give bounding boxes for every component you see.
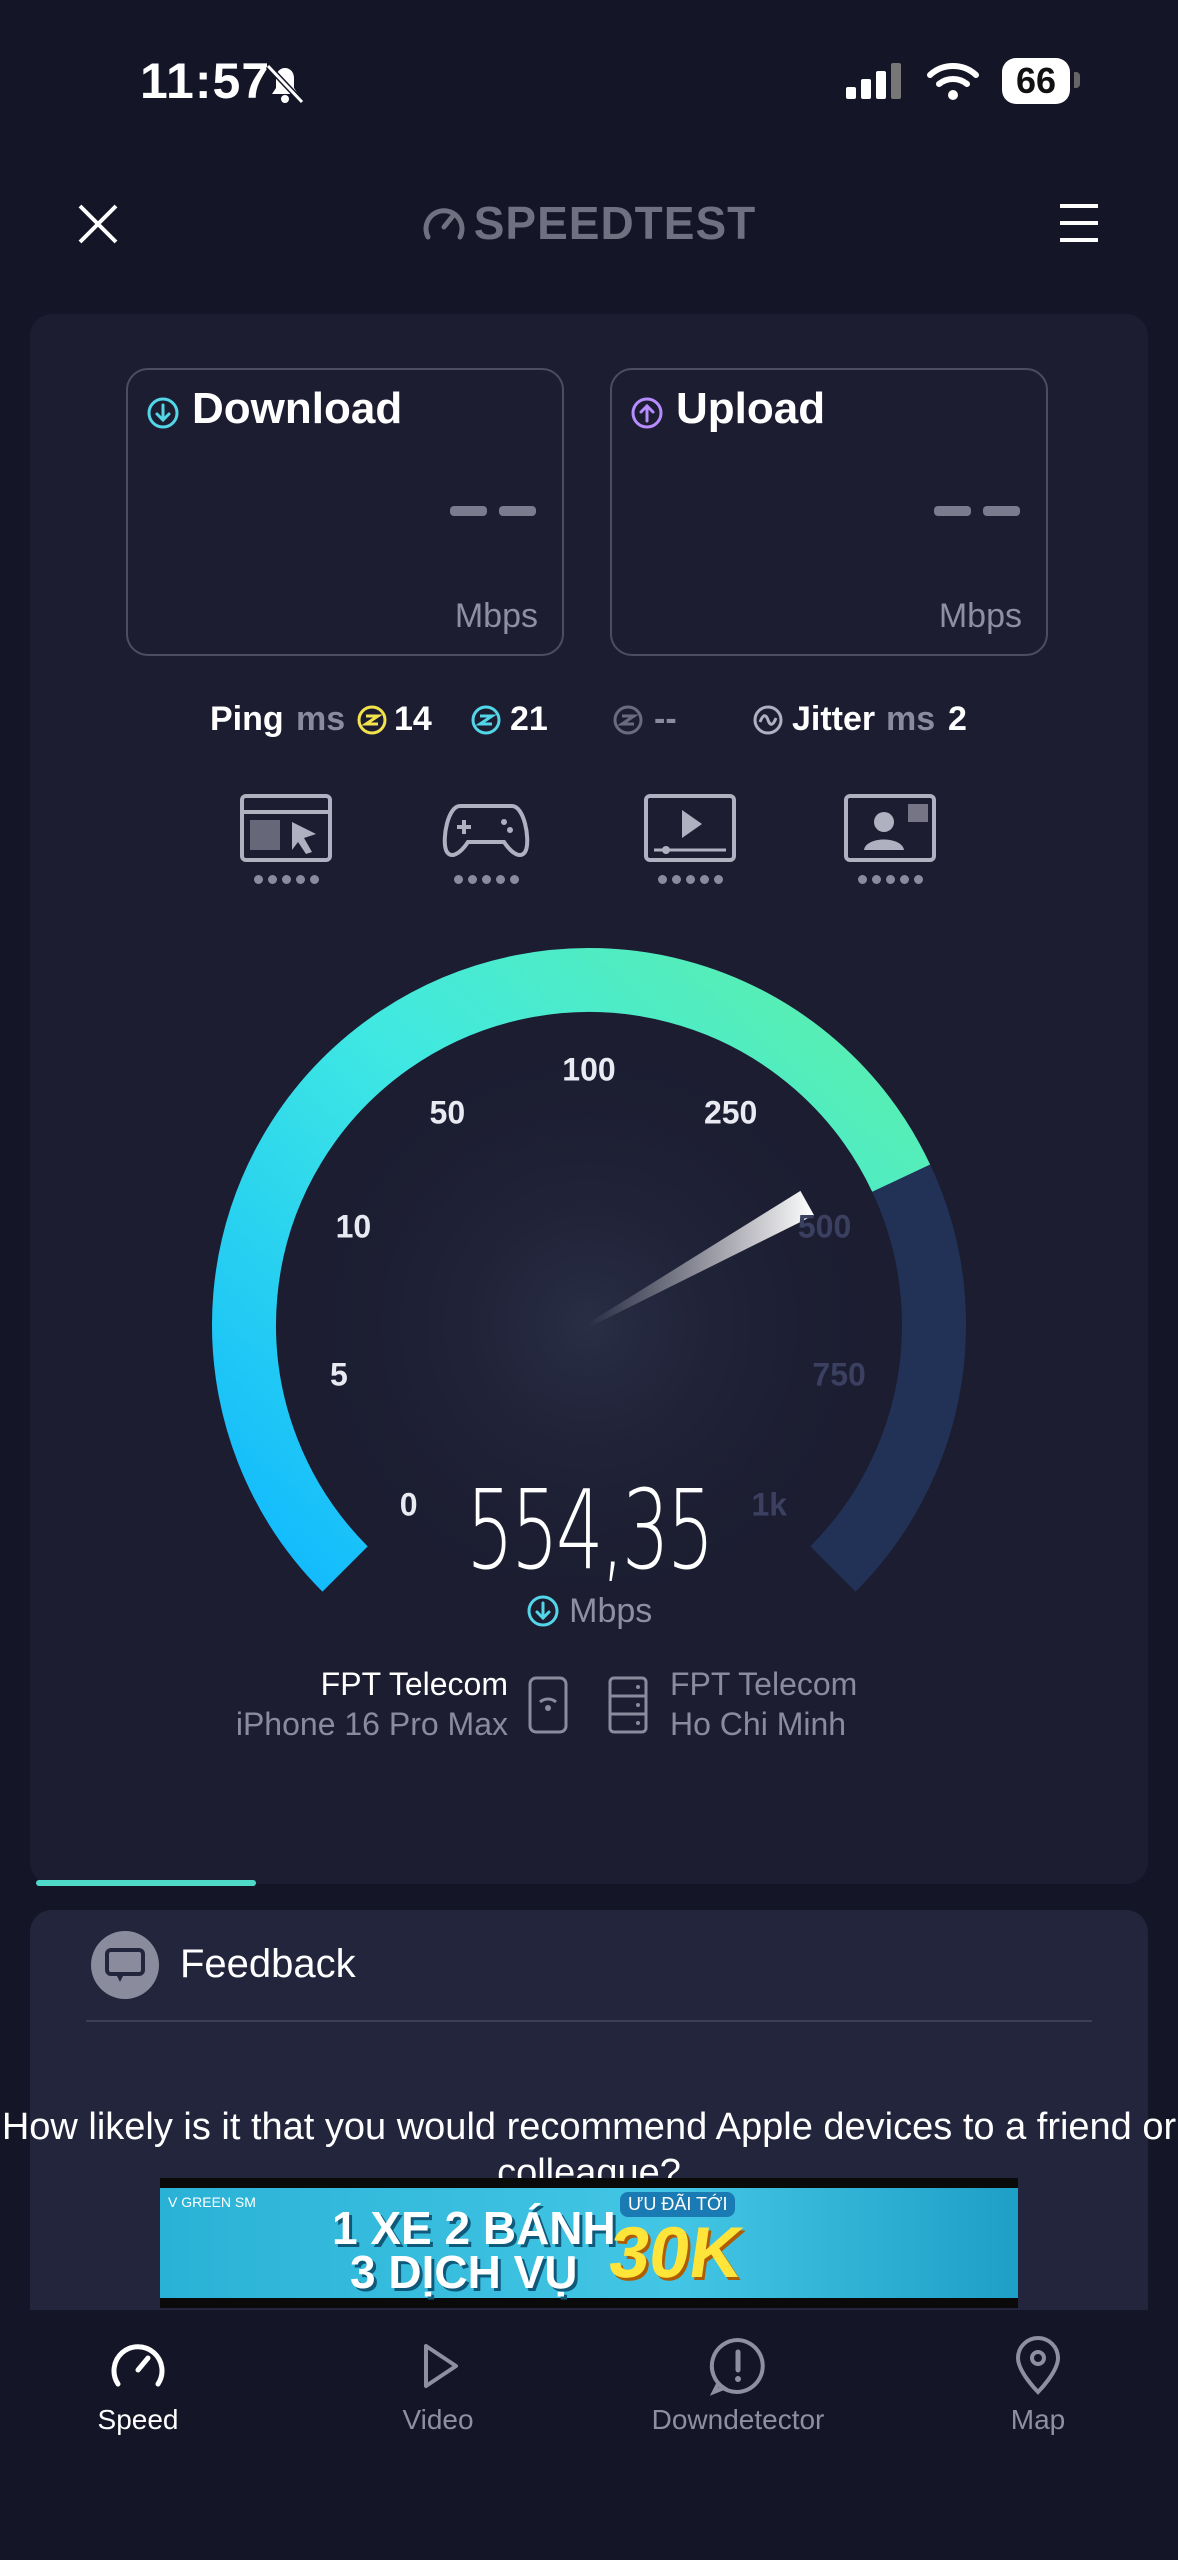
ping-upload-icon [613, 705, 643, 735]
download-indicator-icon [527, 1595, 559, 1627]
feedback-question: How likely is it that you would recommen… [1, 2106, 1177, 2186]
gaming-icon [442, 804, 530, 858]
nav-downdetector[interactable]: Downdetector [588, 2336, 888, 2436]
nav-speed[interactable]: Speed [0, 2336, 288, 2436]
gauge-tick-label: 250 [703, 1094, 758, 1131]
download-icon [147, 397, 179, 429]
battery-icon: 66 [1001, 58, 1081, 104]
speed-unit: Mbps [569, 1592, 653, 1630]
map-pin-icon [1015, 2336, 1061, 2395]
gauge-tick-label: 500 [797, 1208, 852, 1245]
feedback-title: Feedback [180, 1942, 356, 1986]
gauge-tick-label: 5 [329, 1356, 348, 1393]
client-provider: FPT Telecom [320, 1666, 508, 1702]
test-progress-bar [36, 1880, 256, 1886]
upload-label: Upload [676, 384, 826, 433]
download-label: Download [192, 384, 403, 433]
ad-price: 30K [604, 2213, 748, 2293]
nav-video[interactable]: Video [288, 2336, 588, 2436]
download-unit: Mbps [454, 597, 538, 635]
app-title: SPEEDTEST [0, 196, 1178, 250]
ping-idle-value: 14 [394, 700, 432, 738]
phone-wifi-icon [528, 1676, 568, 1734]
wifi-icon [926, 63, 979, 100]
ping-label: Ping [210, 700, 284, 738]
server-provider: FPT Telecom [670, 1666, 858, 1702]
feedback-divider [86, 2020, 1092, 2022]
gauge-tick-label: 750 [812, 1356, 866, 1393]
server-location: Ho Chi Minh [670, 1706, 847, 1742]
gaming-activity [440, 794, 532, 884]
video-call-activity [844, 794, 936, 884]
signal-icon [845, 63, 901, 99]
video-activity [644, 794, 736, 884]
upload-box: Upload Mbps [610, 368, 1048, 656]
ping-download-icon [471, 705, 501, 735]
browsing-activity [240, 794, 332, 884]
ping-upload-value: -- [654, 700, 677, 738]
status-icons: 66 [845, 58, 1081, 104]
video-call-icon [844, 794, 936, 862]
gauge-tick-label: 100 [562, 1051, 616, 1088]
gauge-tick-label: 50 [429, 1094, 466, 1131]
status-time: 11:57 [140, 53, 271, 109]
ad-image: V GREEN SM 1 XE 2 BÁNH 3 DỊCH VỤ ƯU ĐÃI … [160, 2188, 1018, 2298]
download-box: Download Mbps [126, 368, 564, 656]
ping-unit: ms [296, 700, 346, 738]
bell-slash-icon [265, 63, 305, 105]
client-info[interactable]: FPT Telecom iPhone 16 Pro Max [236, 1664, 508, 1744]
upload-unit: Mbps [938, 597, 1022, 635]
download-value [450, 506, 536, 516]
upload-icon [631, 397, 663, 429]
speedtest-logo-icon [423, 208, 465, 240]
ad-banner[interactable]: V GREEN SM 1 XE 2 BÁNH 3 DỊCH VỤ ƯU ĐÃI … [160, 2178, 1018, 2308]
ping-idle-icon [357, 705, 387, 735]
speedometer-icon [111, 2344, 165, 2387]
alert-icon [709, 2337, 765, 2396]
jitter-label: Jitter [792, 700, 876, 738]
browsing-icon [240, 794, 332, 862]
ad-headline: 1 XE 2 BÁNH 3 DỊCH VỤ [332, 2202, 616, 2298]
ping-download-value: 21 [510, 700, 548, 738]
speed-value: 554,35 [466, 1466, 714, 1594]
speed-unit-row: Mbps [0, 1592, 1178, 1631]
upload-value [934, 506, 1020, 516]
feedback-icon [91, 1931, 159, 1999]
server-icon [608, 1676, 648, 1734]
video-streaming-icon [644, 794, 736, 862]
nav-map[interactable]: Map [888, 2336, 1178, 2436]
jitter-value: 2 [948, 700, 967, 738]
menu-icon[interactable] [1058, 202, 1100, 244]
gauge-tick-label: 10 [335, 1208, 372, 1245]
jitter-unit: ms [886, 700, 936, 738]
play-icon [424, 2344, 458, 2388]
server-info[interactable]: FPT Telecom Ho Chi Minh [670, 1664, 857, 1744]
client-device: iPhone 16 Pro Max [235, 1706, 508, 1742]
ad-brand: V GREEN SM [168, 2194, 256, 2210]
jitter-icon [753, 705, 783, 735]
